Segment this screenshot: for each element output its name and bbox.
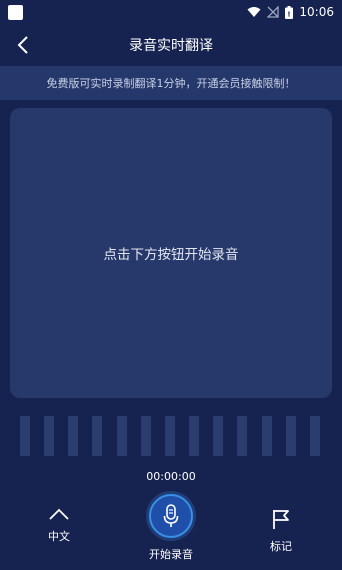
waveform-bar — [68, 416, 79, 456]
waveform-bar — [237, 416, 248, 456]
record-hint: 点击下方按钮开始录音 — [103, 247, 239, 263]
chevron-left-icon — [17, 36, 28, 54]
waveform — [20, 416, 320, 456]
waveform-bar — [189, 416, 200, 456]
battery-icon: ! — [285, 5, 294, 19]
waveform-bar — [116, 416, 127, 456]
flag-icon — [273, 510, 289, 529]
notification-icon — [8, 4, 23, 20]
no-signal-icon — [267, 6, 280, 18]
language-label: 中文 — [48, 530, 70, 543]
language-button[interactable]: 中文 — [34, 508, 84, 544]
record-circle — [149, 494, 193, 538]
record-label: 开始录音 — [149, 548, 193, 561]
waveform-bar — [140, 416, 151, 456]
waveform-bar — [261, 416, 272, 456]
waveform-bar — [92, 416, 103, 456]
membership-notice[interactable]: 免费版可实时录制翻译1分钟，开通会员接触限制！ — [0, 66, 342, 100]
waveform-bar — [213, 416, 224, 456]
recording-timer: 00:00:00 — [146, 470, 196, 483]
status-time: 10:06 — [299, 5, 334, 19]
mark-label: 标记 — [270, 540, 292, 553]
microphone-icon — [163, 504, 179, 527]
waveform-bar — [44, 416, 55, 456]
svg-text:!: ! — [288, 10, 291, 18]
status-bar: ! 10:06 — [0, 0, 342, 24]
wifi-icon — [247, 7, 261, 17]
waveform-bar — [309, 416, 320, 456]
start-recording-button[interactable]: 开始录音 — [131, 494, 211, 562]
waveform-bar — [164, 416, 175, 456]
waveform-bar — [285, 416, 296, 456]
back-button[interactable] — [10, 32, 36, 58]
waveform-bar — [20, 416, 30, 456]
page-title: 录音实时翻译 — [129, 38, 213, 54]
transcript-panel: 点击下方按钮开始录音 — [10, 108, 332, 398]
nav-bar: 录音实时翻译 — [0, 24, 342, 66]
mark-button[interactable]: 标记 — [256, 508, 306, 554]
chevron-up-icon — [49, 508, 69, 520]
